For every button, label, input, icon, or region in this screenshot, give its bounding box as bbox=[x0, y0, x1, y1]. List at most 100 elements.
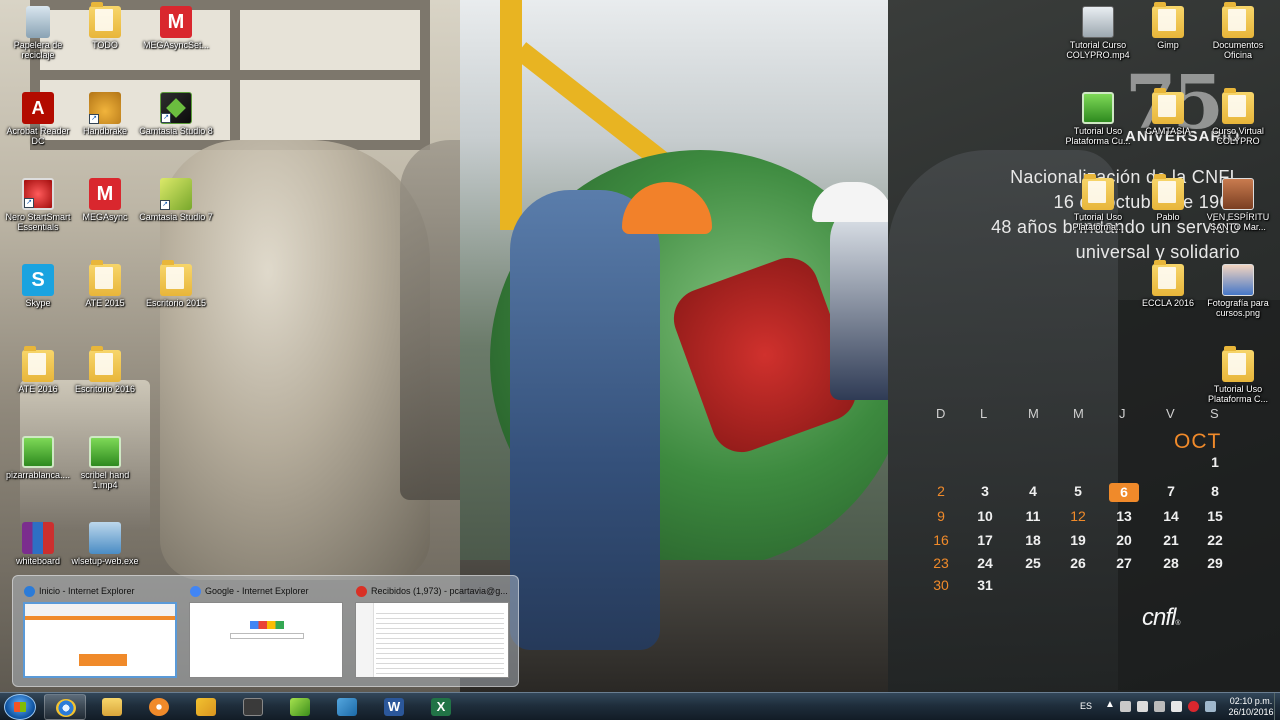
wallpaper-turbine-photo bbox=[460, 0, 910, 692]
desktop-icon-label: Documentos Oficina bbox=[1212, 40, 1264, 60]
tray-icon[interactable] bbox=[1137, 701, 1148, 712]
desktop-icon-pizarra-blanca[interactable]: pizarrablanca.... bbox=[0, 436, 76, 480]
desktop-icon-folder-eccla-2016[interactable]: ECCLA 2016 bbox=[1130, 260, 1206, 308]
taskbar-camera-button[interactable] bbox=[232, 694, 274, 720]
desktop-icon-tutorial-curso-colypro[interactable]: Tutorial Curso COLYPRO.mp4 bbox=[1060, 6, 1136, 60]
desktop-icon-tutorial-uso-plataforma-3[interactable]: Tutorial Uso Plataforma C... bbox=[1200, 346, 1276, 404]
taskbar-camtasia-recorder-button[interactable] bbox=[279, 694, 321, 720]
calendar-day: 6 bbox=[1109, 483, 1139, 502]
desktop-icon-label: Tutorial Uso Plataforma... bbox=[1072, 212, 1124, 232]
show-desktop-button[interactable] bbox=[1274, 693, 1280, 720]
desktop-icon-tutorial-uso-plataforma-2[interactable]: Tutorial Uso Plataforma... bbox=[1060, 174, 1136, 232]
thumbnail-window[interactable]: Google - Internet Explorer bbox=[189, 584, 347, 680]
taskbar-app-button[interactable] bbox=[326, 694, 368, 720]
desktop-icon-folder-ate-2015[interactable]: ATE 2015 bbox=[67, 260, 143, 308]
thumbnail-window[interactable]: Recibidos (1,973) - pcartavia@g... bbox=[355, 584, 513, 680]
taskbar-app-icon bbox=[337, 698, 357, 716]
desktop-icon-folder-ate-2016[interactable]: ATE 2016 bbox=[0, 346, 76, 394]
desktop-icon-label: Camtasia Studio 8 bbox=[139, 126, 213, 136]
desktop-icon-megasync[interactable]: M MEGAsync bbox=[67, 178, 143, 222]
desktop-icon-acrobat-reader[interactable]: A Acrobat Reader DC bbox=[0, 92, 76, 146]
calendar-day: 11 bbox=[1025, 508, 1041, 524]
desktop-icon-whiteboard[interactable]: whiteboard bbox=[0, 522, 76, 566]
shortcut-arrow-icon: ↗ bbox=[161, 113, 171, 123]
desktop-icon-recycle-bin[interactable]: Papelera de reciclaje bbox=[0, 6, 76, 60]
taskbar-outlook-button[interactable] bbox=[185, 694, 227, 720]
calendar-weekday: J bbox=[1119, 406, 1126, 421]
taskbar-word-icon: W bbox=[384, 698, 404, 716]
taskbar-outlook-icon bbox=[196, 698, 216, 716]
calendar-weekday: M bbox=[1028, 406, 1039, 421]
desktop-icon-label: Handbrake bbox=[82, 126, 128, 136]
desktop-icon-tutorial-uso-plataforma-1[interactable]: Tutorial Uso Plataforma Cu... bbox=[1060, 92, 1136, 146]
desktop-icon-megasync-setup[interactable]: M MEGAsyncSet... bbox=[138, 6, 214, 50]
desktop-icon-label: Pablo bbox=[1156, 212, 1180, 222]
calendar-day: 4 bbox=[1029, 483, 1037, 499]
thumbnail-title: Inicio - Internet Explorer bbox=[23, 584, 181, 598]
calendar-weekday: V bbox=[1166, 406, 1175, 421]
calendar-day: 17 bbox=[977, 532, 993, 548]
desktop-icon-label: Acrobat Reader DC bbox=[6, 126, 70, 146]
calendar-day: 16 bbox=[933, 532, 949, 548]
desktop-icon-folder-documentos-oficina[interactable]: Documentos Oficina bbox=[1200, 2, 1276, 60]
start-button[interactable] bbox=[4, 694, 36, 720]
taskbar-excel-button[interactable]: X bbox=[420, 694, 462, 720]
calendar-day: 15 bbox=[1207, 508, 1223, 524]
folder-ate-2015-icon bbox=[89, 260, 121, 296]
show-hidden-icons[interactable]: ▲ bbox=[1105, 699, 1115, 710]
folder-camtasia-icon bbox=[1152, 88, 1184, 124]
desktop-icon-camtasia-7[interactable]: ↗ Camtasia Studio 7 bbox=[138, 178, 214, 222]
desktop-icon-scribel-hand[interactable]: scribel hand 1.mp4 bbox=[67, 436, 143, 490]
speaker-icon[interactable] bbox=[1171, 701, 1182, 712]
megasync-setup-icon: M bbox=[160, 6, 192, 38]
browser-icon bbox=[24, 586, 35, 597]
thumbnail-window[interactable]: Inicio - Internet Explorer bbox=[23, 584, 181, 680]
calendar-day: 14 bbox=[1163, 508, 1179, 524]
desktop-icon-folder-curso-virtual[interactable]: Curso Virtual COLYPRO bbox=[1200, 88, 1276, 146]
desktop-icon-handbrake[interactable]: ↗ Handbrake bbox=[67, 92, 143, 136]
desktop-icon-folder-pablo[interactable]: Pablo bbox=[1130, 174, 1206, 222]
calendar-day: 20 bbox=[1116, 532, 1132, 548]
desktop-icon-folder-gimp[interactable]: Gimp bbox=[1130, 2, 1206, 50]
desktop-icon-label: ATE 2016 bbox=[18, 384, 58, 394]
desktop-icon-skype[interactable]: S Skype bbox=[0, 264, 76, 308]
shortcut-arrow-icon: ↗ bbox=[160, 200, 170, 210]
desktop-icon-folder-camtasia[interactable]: CAMTASIA bbox=[1130, 88, 1206, 136]
calendar-day: 26 bbox=[1070, 555, 1086, 571]
taskbar-word-button[interactable]: W bbox=[373, 694, 415, 720]
taskbar-explorer-button[interactable] bbox=[91, 694, 133, 720]
tray-icon[interactable] bbox=[1120, 701, 1131, 712]
desktop-icon-label: Curso Virtual COLYPRO bbox=[1212, 126, 1264, 146]
desktop-icon-ven-espiritu-santo[interactable]: VEN ESPÍRITU SANTO Mar... bbox=[1200, 178, 1276, 232]
whiteboard-icon bbox=[22, 522, 54, 554]
taskbar-media-player-button[interactable] bbox=[138, 694, 180, 720]
taskbar: W X ES ▲ 02:10 p.m. 26/10/2016 bbox=[0, 692, 1280, 720]
calendar-day: 24 bbox=[977, 555, 993, 571]
desktop-icon-fotografia-cursos[interactable]: Fotografía para cursos.png bbox=[1200, 264, 1276, 318]
language-indicator[interactable]: ES bbox=[1080, 701, 1092, 711]
desktop-icon-camtasia-8[interactable]: ↗ Camtasia Studio 8 bbox=[138, 92, 214, 136]
taskbar-ie-button[interactable] bbox=[44, 694, 86, 720]
desktop-icon-label: Camtasia Studio 7 bbox=[139, 212, 213, 222]
desktop-icon-label: ECCLA 2016 bbox=[1141, 298, 1195, 308]
desktop-icon-folder-todo[interactable]: TODO bbox=[67, 2, 143, 50]
calendar-day: 21 bbox=[1163, 532, 1179, 548]
shortcut-arrow-icon: ↗ bbox=[24, 198, 34, 208]
mega-tray-icon[interactable] bbox=[1188, 701, 1199, 712]
network-icon[interactable] bbox=[1205, 701, 1216, 712]
pizarra-blanca-icon bbox=[22, 436, 54, 468]
desktop-icon-folder-escritorio-2015[interactable]: Escritorio 2015 bbox=[138, 260, 214, 308]
clock[interactable]: 02:10 p.m. 26/10/2016 bbox=[1226, 696, 1276, 718]
folder-escritorio-2015-icon bbox=[160, 260, 192, 296]
desktop-icon-folder-escritorio-2016[interactable]: Escritorio 2016 bbox=[67, 346, 143, 394]
calendar-day: 31 bbox=[977, 577, 993, 593]
desktop-icon-nero-startsmart[interactable]: ↗ Nero StartSmart Essentials bbox=[0, 178, 76, 232]
cnfl-logo: cnfl® bbox=[1142, 604, 1181, 632]
desktop-icon-wlsetup-web[interactable]: wlsetup-web.exe bbox=[67, 522, 143, 566]
desktop-icon-label: ATE 2015 bbox=[85, 298, 125, 308]
tray-icon[interactable] bbox=[1154, 701, 1165, 712]
calendar-day: 27 bbox=[1116, 555, 1132, 571]
thumbnail-preview bbox=[355, 602, 509, 678]
taskbar-thumbnail-preview: Inicio - Internet Explorer Google - Inter… bbox=[12, 575, 519, 687]
calendar-day: 25 bbox=[1025, 555, 1041, 571]
